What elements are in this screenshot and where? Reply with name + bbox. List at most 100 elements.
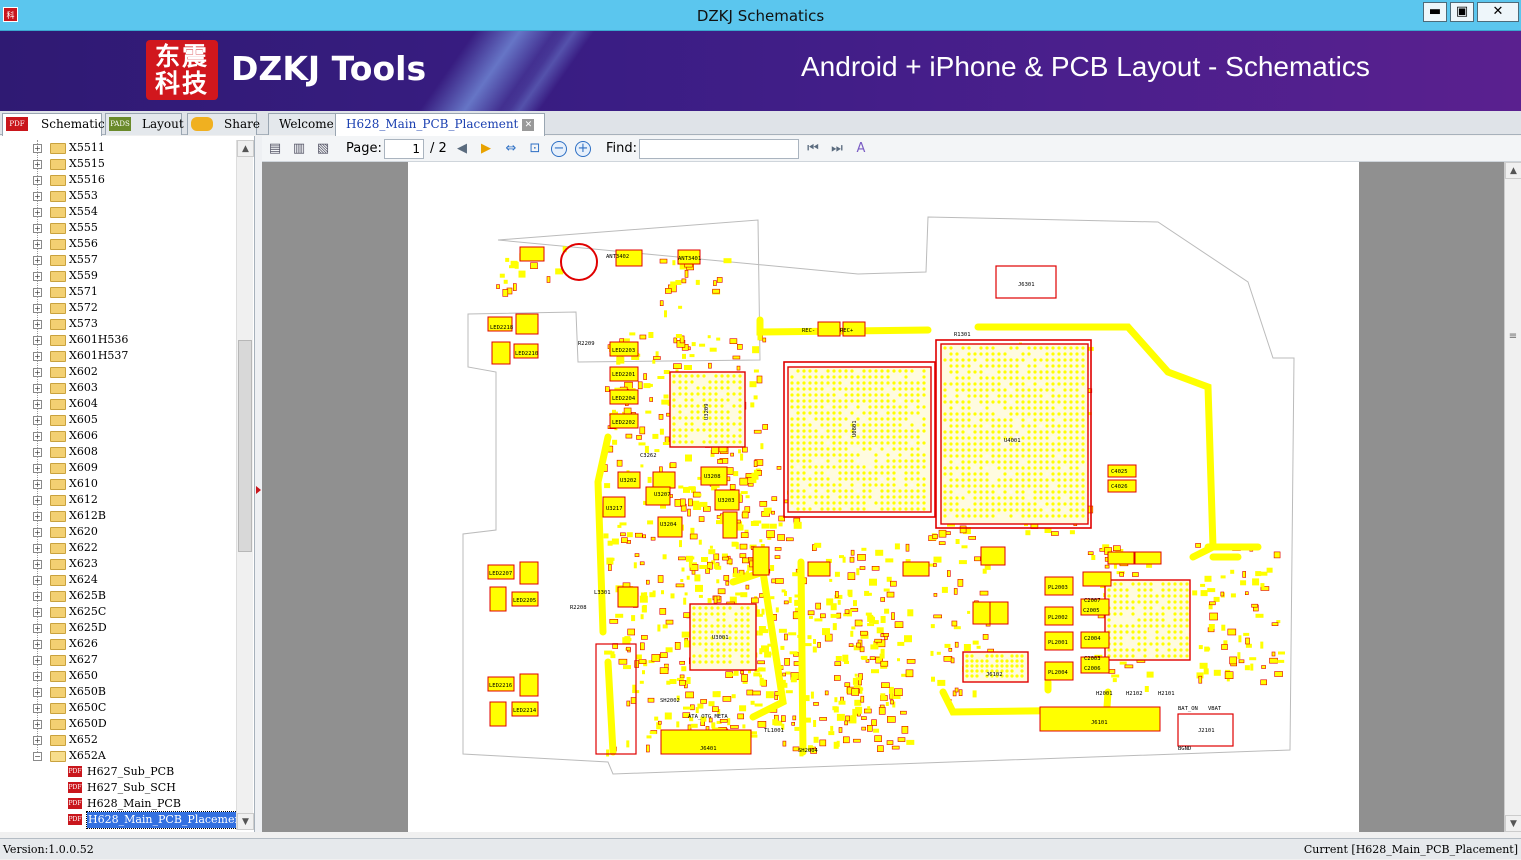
expand-icon[interactable]: + — [33, 608, 42, 617]
tree-folder[interactable]: + X610 — [0, 476, 236, 492]
expand-icon[interactable]: + — [33, 144, 42, 153]
tree-folder[interactable]: + X612B — [0, 508, 236, 524]
tree-folder[interactable]: + X5515 — [0, 156, 236, 172]
tree-folder[interactable]: + X609 — [0, 460, 236, 476]
tab-schematic[interactable]: PDF Schematic — [2, 113, 105, 136]
viewer-scroll-grip[interactable]: ≡ — [1506, 322, 1520, 352]
collapse-arrow-icon[interactable] — [256, 486, 261, 494]
tree-folder[interactable]: + X650D — [0, 716, 236, 732]
expand-icon[interactable]: + — [33, 544, 42, 553]
expand-icon[interactable]: + — [33, 624, 42, 633]
prev-page-icon[interactable]: ◀ — [453, 140, 471, 158]
collapse-icon[interactable]: − — [33, 752, 42, 761]
tree-folder[interactable]: + X606 — [0, 428, 236, 444]
tree-folder[interactable]: + X625B — [0, 588, 236, 604]
expand-icon[interactable]: + — [33, 192, 42, 201]
expand-icon[interactable]: + — [33, 304, 42, 313]
next-page-icon[interactable]: ▶ — [477, 140, 495, 158]
tree-folder[interactable]: + X608 — [0, 444, 236, 460]
tree-folder[interactable]: + X572 — [0, 300, 236, 316]
tree-folder[interactable]: + X571 — [0, 284, 236, 300]
tree-file[interactable]: PDF H628_Main_PCB — [0, 796, 236, 812]
zoom-in-icon[interactable]: + — [575, 141, 591, 157]
tree-file[interactable]: PDF H627_Sub_SCH — [0, 780, 236, 796]
expand-icon[interactable]: + — [33, 352, 42, 361]
expand-icon[interactable]: + — [33, 384, 42, 393]
expand-icon[interactable]: + — [33, 176, 42, 185]
tab-welcome[interactable]: Welcome — [268, 113, 345, 135]
tree-folder[interactable]: + X623 — [0, 556, 236, 572]
copy-icon[interactable]: ▥ — [290, 140, 308, 158]
tree-folder[interactable]: + X601H536 — [0, 332, 236, 348]
expand-icon[interactable]: + — [33, 672, 42, 681]
panel-splitter[interactable] — [255, 136, 262, 832]
expand-icon[interactable]: + — [33, 480, 42, 489]
find-prev-icon[interactable]: ⏮ — [804, 140, 822, 158]
close-button[interactable]: ✕ — [1477, 2, 1519, 22]
expand-icon[interactable]: + — [33, 640, 42, 649]
expand-icon[interactable]: + — [33, 720, 42, 729]
tree-folder[interactable]: + X650C — [0, 700, 236, 716]
expand-icon[interactable]: + — [33, 160, 42, 169]
expand-icon[interactable]: + — [33, 208, 42, 217]
expand-icon[interactable]: + — [33, 368, 42, 377]
expand-icon[interactable]: + — [33, 560, 42, 569]
tree-folder[interactable]: + X556 — [0, 236, 236, 252]
zoom-out-icon[interactable]: − — [551, 141, 567, 157]
expand-icon[interactable]: + — [33, 432, 42, 441]
scroll-down-icon[interactable]: ▼ — [237, 813, 254, 830]
viewer-scroll-up-icon[interactable]: ▲ — [1505, 162, 1521, 179]
expand-icon[interactable]: + — [33, 400, 42, 409]
tree-folder[interactable]: + X624 — [0, 572, 236, 588]
tree-folder[interactable]: + X650B — [0, 684, 236, 700]
tree-folder[interactable]: + X612 — [0, 492, 236, 508]
find-next-icon[interactable]: ⏭ — [828, 140, 846, 158]
scroll-up-icon[interactable]: ▲ — [237, 140, 254, 157]
tree-folder[interactable]: + X553 — [0, 188, 236, 204]
paste-icon[interactable]: ▧ — [314, 140, 332, 158]
tree-folder[interactable]: + X627 — [0, 652, 236, 668]
close-tab-icon[interactable]: ✕ — [522, 118, 535, 131]
document-viewer[interactable]: U4001 U0801 U3001 U3209 J6301 J6401 J6102 J6101… — [262, 162, 1504, 832]
tree-file[interactable]: PDF H627_Sub_PCB — [0, 764, 236, 780]
expand-icon[interactable]: + — [33, 592, 42, 601]
tree-folder[interactable]: + X625C — [0, 604, 236, 620]
expand-icon[interactable]: + — [33, 448, 42, 457]
fit-width-icon[interactable]: ⇔ — [502, 140, 520, 158]
expand-icon[interactable]: + — [33, 656, 42, 665]
highlight-text-icon[interactable]: A — [852, 140, 870, 158]
tree-folder[interactable]: + X555 — [0, 220, 236, 236]
tree-folder[interactable]: + X5511 — [0, 140, 236, 156]
tree-folder-expanded[interactable]: − X652A — [0, 748, 236, 764]
find-input[interactable] — [639, 139, 799, 159]
expand-icon[interactable]: + — [33, 704, 42, 713]
maximize-button[interactable]: ▣ — [1450, 2, 1474, 22]
open-icon[interactable]: ▤ — [266, 140, 284, 158]
expand-icon[interactable]: + — [33, 512, 42, 521]
expand-icon[interactable]: + — [33, 272, 42, 281]
expand-icon[interactable]: + — [33, 256, 42, 265]
tree-folder[interactable]: + X554 — [0, 204, 236, 220]
tree-folder[interactable]: + X601H537 — [0, 348, 236, 364]
fit-page-icon[interactable]: ⊡ — [526, 140, 544, 158]
tree-folder[interactable]: + X603 — [0, 380, 236, 396]
minimize-button[interactable]: ▬ — [1423, 2, 1447, 22]
tree-folder[interactable]: + X5516 — [0, 172, 236, 188]
expand-icon[interactable]: + — [33, 416, 42, 425]
tree-folder[interactable]: + X605 — [0, 412, 236, 428]
tree-scrollbar[interactable]: ▲ ▼ — [236, 140, 254, 830]
tree-file[interactable]: PDF H628_Main_PCB_Placement — [0, 811, 249, 829]
viewer-scrollbar[interactable]: ▲ ≡ ▼ — [1504, 162, 1521, 832]
tree-folder[interactable]: + X626 — [0, 636, 236, 652]
expand-icon[interactable]: + — [33, 688, 42, 697]
expand-icon[interactable]: + — [33, 496, 42, 505]
expand-icon[interactable]: + — [33, 320, 42, 329]
tab-layout[interactable]: PADS Layout — [105, 113, 184, 135]
tree-folder[interactable]: + X622 — [0, 540, 236, 556]
tree-folder[interactable]: + X604 — [0, 396, 236, 412]
expand-icon[interactable]: + — [33, 240, 42, 249]
viewer-scroll-down-icon[interactable]: ▼ — [1505, 815, 1521, 832]
expand-icon[interactable]: + — [33, 224, 42, 233]
expand-icon[interactable]: + — [33, 336, 42, 345]
tree-folder[interactable]: + X650 — [0, 668, 236, 684]
